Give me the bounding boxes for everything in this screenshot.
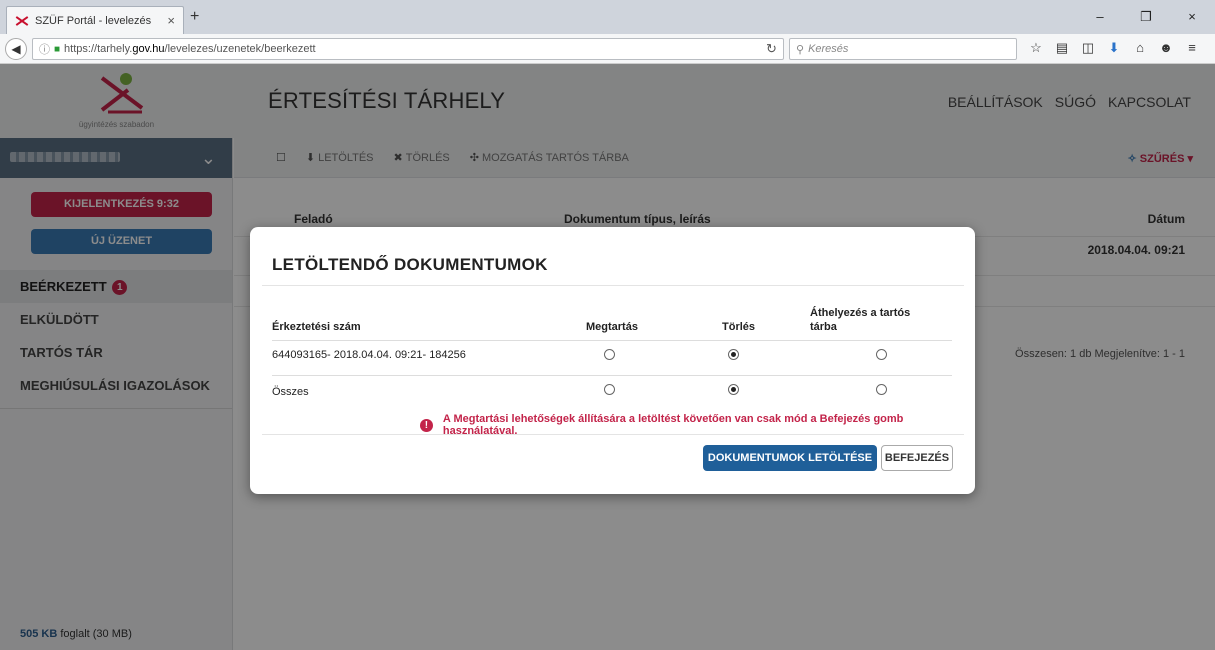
browser-toolbar-icons: ☆ ▤ ◫ ⬇ ⌂ ☻ ≡ bbox=[1026, 40, 1202, 56]
modal-footer-divider bbox=[262, 434, 964, 435]
browser-tab-bar: SZÜF Portál - levelezés × + – ❐ × bbox=[0, 0, 1215, 34]
exclamation-icon: ! bbox=[420, 418, 433, 432]
sync-icon[interactable]: ☻ bbox=[1156, 40, 1176, 56]
close-window-button[interactable]: × bbox=[1169, 0, 1215, 34]
search-input[interactable]: ⚲ Keresés bbox=[789, 38, 1017, 60]
download-documents-button[interactable]: DOKUMENTUMOK LETÖLTÉSE bbox=[703, 445, 877, 471]
search-placeholder: Keresés bbox=[808, 43, 849, 55]
tab-close-icon[interactable]: × bbox=[167, 13, 175, 28]
reading-list-icon[interactable]: ▤ bbox=[1052, 40, 1072, 56]
pocket-icon[interactable]: ◫ bbox=[1078, 40, 1098, 56]
move-radio[interactable] bbox=[876, 349, 887, 360]
reload-icon[interactable]: ↻ bbox=[766, 41, 777, 57]
keep-radio[interactable] bbox=[604, 349, 615, 360]
column-keep: Megtartás bbox=[586, 321, 638, 333]
back-arrow-icon[interactable]: ◀ bbox=[5, 38, 27, 60]
url-text: https://tarhely.gov.hu/levelezes/uzenete… bbox=[64, 43, 316, 55]
download-icon[interactable]: ⬇ bbox=[1104, 40, 1124, 56]
finish-button[interactable]: BEFEJEZÉS bbox=[881, 445, 953, 471]
lock-icon: ■ bbox=[54, 43, 61, 55]
modal-title: LETÖLTENDŐ DOKUMENTUMOK bbox=[272, 255, 548, 274]
keep-all-radio[interactable] bbox=[604, 384, 615, 395]
column-delete: Törlés bbox=[722, 321, 756, 333]
site-favicon-icon bbox=[15, 14, 29, 28]
modal-header-divider bbox=[262, 285, 964, 286]
column-arrival-number: Érkeztetési szám bbox=[272, 321, 361, 333]
search-icon: ⚲ bbox=[796, 43, 805, 56]
window-controls: – ❐ × bbox=[1077, 0, 1215, 34]
browser-tab[interactable]: SZÜF Portál - levelezés × bbox=[6, 6, 184, 34]
table-header-divider bbox=[272, 340, 952, 341]
menu-icon[interactable]: ≡ bbox=[1182, 40, 1202, 56]
document-row-label: 644093165- 2018.04.04. 09:21- 184256 bbox=[272, 349, 466, 361]
tab-title: SZÜF Portál - levelezés bbox=[35, 14, 152, 27]
minimize-button[interactable]: – bbox=[1077, 0, 1123, 34]
new-tab-button[interactable]: + bbox=[190, 8, 199, 26]
browser-nav-bar: ◀ ⓘ ■ https://tarhely.gov.hu/levelezes/u… bbox=[0, 34, 1215, 64]
all-row-label: Összes bbox=[272, 386, 309, 398]
download-documents-modal: LETÖLTENDŐ DOKUMENTUMOK Érkeztetési szám… bbox=[250, 227, 975, 494]
home-icon[interactable]: ⌂ bbox=[1130, 40, 1150, 56]
address-bar[interactable]: ⓘ ■ https://tarhely.gov.hu/levelezes/uze… bbox=[32, 38, 784, 60]
info-icon[interactable]: ⓘ bbox=[39, 41, 50, 57]
column-move-permanent: Áthelyezés a tartós tárba bbox=[810, 307, 911, 333]
delete-radio[interactable] bbox=[728, 349, 739, 360]
bookmark-star-icon[interactable]: ☆ bbox=[1026, 40, 1046, 56]
restore-button[interactable]: ❐ bbox=[1123, 0, 1169, 34]
move-all-radio[interactable] bbox=[876, 384, 887, 395]
delete-all-radio[interactable] bbox=[728, 384, 739, 395]
row-divider bbox=[272, 375, 952, 376]
